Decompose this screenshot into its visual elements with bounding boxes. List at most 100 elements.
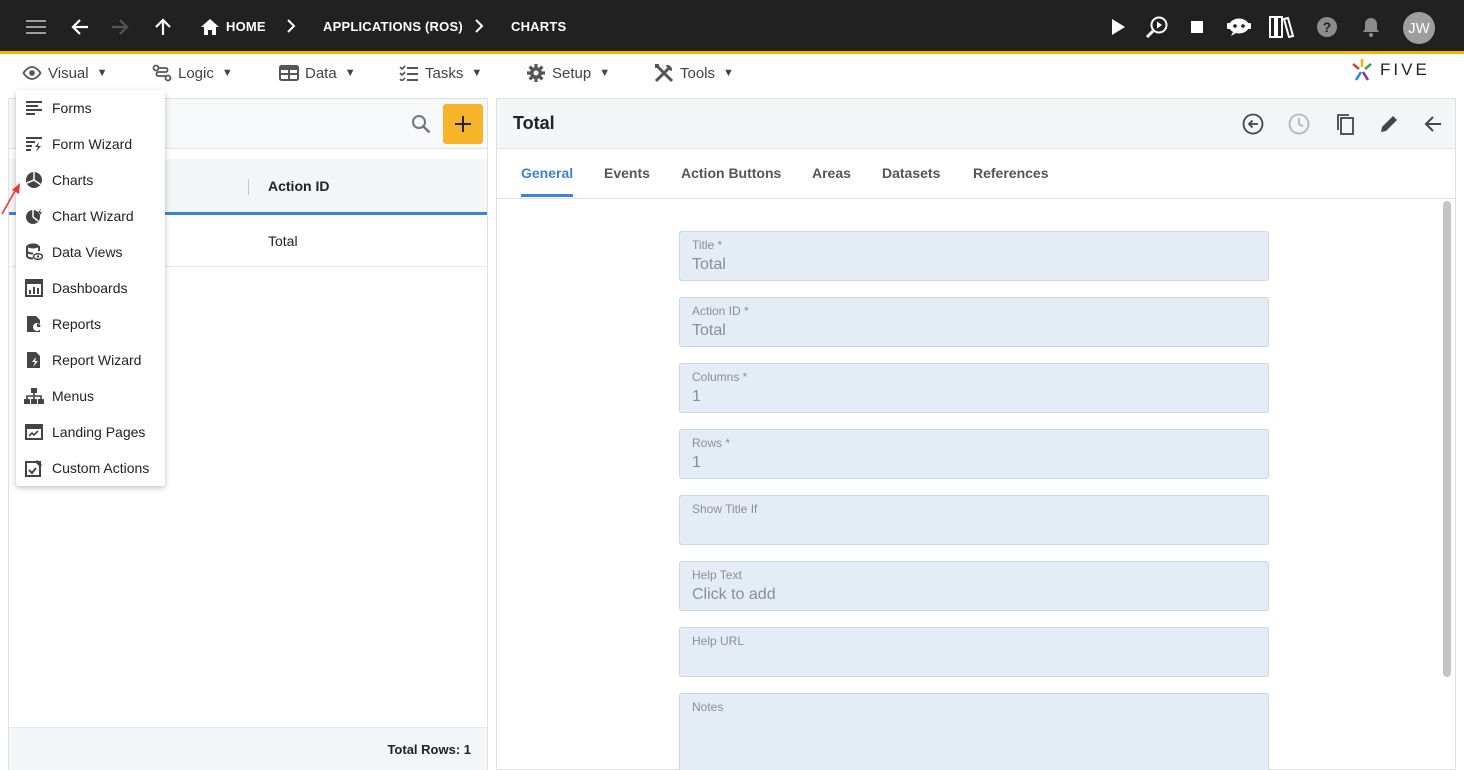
menus-icon bbox=[16, 388, 52, 404]
help-url-field[interactable]: Help URL bbox=[679, 627, 1269, 677]
search-icon[interactable] bbox=[411, 114, 431, 134]
revert-icon[interactable] bbox=[1240, 111, 1266, 137]
home-icon[interactable] bbox=[195, 12, 225, 42]
library-icon[interactable] bbox=[1267, 12, 1297, 42]
breadcrumb-applications[interactable]: APPLICATIONS (ROS) bbox=[323, 19, 463, 34]
forms-icon bbox=[16, 100, 52, 116]
menu-item-label: Form Wizard bbox=[52, 136, 133, 152]
menu-item-dashboards[interactable]: Dashboards bbox=[16, 270, 165, 306]
menu-setup[interactable]: Setup ▼ bbox=[526, 62, 610, 84]
help-text-field[interactable]: Help Text Click to add bbox=[679, 561, 1269, 611]
chat-bot-icon[interactable] bbox=[1224, 12, 1254, 42]
menu-visual[interactable]: Visual ▼ bbox=[22, 62, 107, 84]
avatar[interactable]: JW bbox=[1403, 12, 1435, 44]
up-arrow-icon[interactable] bbox=[148, 12, 178, 42]
history-icon[interactable] bbox=[1286, 111, 1312, 137]
stop-icon[interactable] bbox=[1182, 12, 1212, 42]
tab-datasets[interactable]: Datasets bbox=[882, 165, 940, 197]
menu-data[interactable]: Data ▼ bbox=[279, 62, 356, 84]
field-value: 1 bbox=[692, 388, 701, 405]
field-value: Click to add bbox=[692, 586, 776, 603]
breadcrumb-charts[interactable]: CHARTS bbox=[511, 19, 566, 34]
field-label: Notes bbox=[692, 700, 724, 714]
field-label: Help URL bbox=[692, 634, 745, 648]
menu-item-landing-pages[interactable]: Landing Pages bbox=[16, 414, 165, 450]
menu-item-report-wizard[interactable]: Report Wizard bbox=[16, 342, 165, 378]
field-value: 1 bbox=[692, 454, 701, 471]
menu-icon[interactable] bbox=[21, 12, 51, 42]
back-arrow-icon[interactable] bbox=[1420, 111, 1446, 137]
menu-item-data-views[interactable]: Data Views bbox=[16, 234, 165, 270]
main-menu-bar: Visual ▼ Logic ▼ Data ▼ Tasks ▼ Setup ▼ … bbox=[0, 54, 1464, 92]
tab-references[interactable]: References bbox=[973, 165, 1049, 197]
menu-logic-label: Logic bbox=[178, 64, 214, 82]
rows-field[interactable]: Rows * 1 bbox=[679, 429, 1269, 479]
caret-down-icon: ▼ bbox=[344, 67, 356, 79]
total-rows-label: Total Rows: 1 bbox=[387, 742, 471, 757]
notes-field[interactable]: Notes bbox=[679, 693, 1269, 770]
menu-setup-label: Setup bbox=[552, 64, 592, 82]
menu-tasks[interactable]: Tasks ▼ bbox=[399, 62, 482, 84]
tasks-icon bbox=[399, 65, 418, 81]
dashboards-icon bbox=[16, 279, 52, 297]
chevron-right-icon bbox=[474, 17, 488, 35]
tab-action-buttons[interactable]: Action Buttons bbox=[681, 165, 781, 197]
top-bar: HOME APPLICATIONS (ROS) CHARTS ? JW bbox=[0, 0, 1464, 54]
menu-item-label: Charts bbox=[52, 172, 94, 188]
scrollbar[interactable] bbox=[1443, 201, 1451, 677]
menu-tools[interactable]: Tools ▼ bbox=[654, 62, 734, 84]
tab-areas[interactable]: Areas bbox=[812, 165, 851, 197]
menu-item-label: Reports bbox=[52, 316, 102, 332]
five-logo: FIVE bbox=[1350, 58, 1430, 82]
tab-general[interactable]: General bbox=[521, 165, 574, 197]
detail-tabs: General Events Action Buttons Areas Data… bbox=[497, 149, 1455, 199]
plus-icon bbox=[455, 116, 471, 132]
back-arrow-icon[interactable] bbox=[65, 12, 95, 42]
field-value: Total bbox=[692, 322, 726, 339]
columns-field[interactable]: Columns * 1 bbox=[679, 363, 1269, 413]
menu-item-label: Data Views bbox=[52, 244, 123, 260]
detail-panel: Total General Events Action Buttons Area… bbox=[496, 98, 1456, 770]
caret-down-icon: ▼ bbox=[221, 67, 233, 79]
column-header-action-id[interactable]: Action ID bbox=[268, 178, 329, 194]
show-title-if-field[interactable]: Show Title If bbox=[679, 495, 1269, 545]
caret-down-icon: ▼ bbox=[723, 67, 734, 79]
copy-icon[interactable] bbox=[1332, 111, 1358, 137]
menu-item-menus[interactable]: Menus bbox=[16, 378, 165, 414]
field-label: Action ID * bbox=[692, 304, 749, 318]
menu-item-reports[interactable]: Reports bbox=[16, 306, 165, 342]
tab-events[interactable]: Events bbox=[604, 165, 650, 197]
debug-search-icon[interactable] bbox=[1142, 12, 1172, 42]
edit-pencil-icon[interactable] bbox=[1376, 111, 1402, 137]
menu-item-label: Forms bbox=[52, 100, 92, 116]
menu-item-label: Dashboards bbox=[52, 280, 128, 296]
breadcrumb-home[interactable]: HOME bbox=[226, 19, 266, 34]
menu-item-charts[interactable]: Charts bbox=[16, 162, 165, 198]
field-label: Rows * bbox=[692, 436, 731, 450]
caret-down-icon: ▼ bbox=[599, 67, 611, 79]
menu-logic[interactable]: Logic ▼ bbox=[152, 62, 233, 84]
column-divider bbox=[248, 179, 249, 195]
menu-item-form-wizard[interactable]: Form Wizard bbox=[16, 126, 165, 162]
field-label: Show Title If bbox=[692, 502, 758, 516]
add-button[interactable] bbox=[443, 104, 483, 144]
title-field[interactable]: Title * Total bbox=[679, 231, 1269, 281]
menu-item-label: Custom Actions bbox=[52, 460, 150, 476]
action-id-field[interactable]: Action ID * Total bbox=[679, 297, 1269, 347]
menu-item-chart-wizard[interactable]: Chart Wizard bbox=[16, 198, 165, 234]
visual-dropdown-menu: Forms Form Wizard Charts Chart Wizard Da… bbox=[16, 90, 165, 486]
tools-icon bbox=[654, 63, 674, 83]
svg-text:?: ? bbox=[1323, 19, 1332, 35]
form-wizard-icon bbox=[16, 136, 52, 152]
menu-item-label: Chart Wizard bbox=[52, 208, 134, 224]
forward-arrow-icon[interactable] bbox=[105, 12, 135, 42]
annotation-arrow-icon bbox=[1, 183, 20, 215]
caret-down-icon: ▼ bbox=[471, 67, 483, 79]
bell-icon[interactable] bbox=[1356, 12, 1386, 42]
gear-icon bbox=[527, 64, 545, 82]
menu-item-custom-actions[interactable]: Custom Actions bbox=[16, 450, 165, 486]
five-logo-icon bbox=[1352, 59, 1372, 81]
play-icon[interactable] bbox=[1103, 12, 1133, 42]
help-icon[interactable]: ? bbox=[1312, 12, 1342, 42]
menu-item-forms[interactable]: Forms bbox=[16, 90, 165, 126]
